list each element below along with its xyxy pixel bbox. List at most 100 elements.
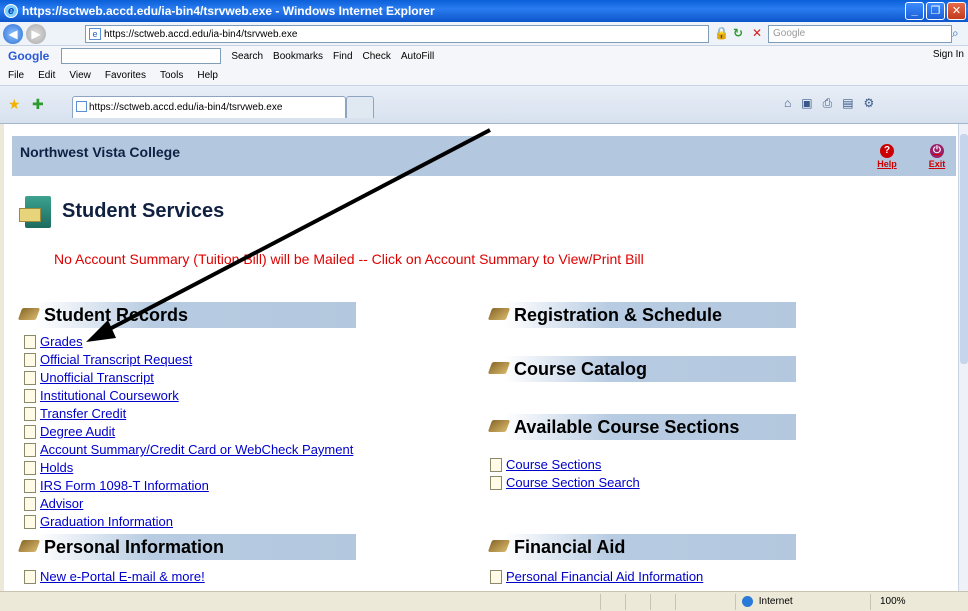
zoom-level[interactable]: 100% (880, 596, 906, 607)
page-menu-icon[interactable]: ▤ (842, 96, 853, 111)
menu-file[interactable]: File (8, 70, 24, 81)
exit-icon: ⏻ (930, 144, 944, 158)
command-bar: ⌂ ▣ ⎙ ▤ ⚙ (784, 96, 874, 111)
close-button[interactable]: ✕ (947, 2, 966, 20)
services-title: Student Services (62, 200, 225, 222)
address-row: ◀ ▶ e https://sctweb.accd.edu/ia-bin4/ts… (0, 22, 968, 46)
search-icon[interactable]: ⌕ (952, 26, 959, 41)
menu-favorites[interactable]: Favorites (105, 70, 146, 81)
security-zone: Internet (742, 596, 793, 607)
billing-notice: No Account Summary (Tuition Bill) will b… (54, 251, 644, 267)
section-title: Personal Information (44, 536, 225, 557)
add-favorites-icon[interactable]: ✚ (32, 96, 44, 113)
link-personal-financial-aid[interactable]: Personal Financial Aid Information (488, 569, 703, 584)
link-holds[interactable]: Holds (22, 460, 73, 475)
document-icon (24, 479, 36, 493)
section-financial-aid: Financial Aid (486, 534, 796, 560)
document-icon (24, 461, 36, 475)
google-toolbar: Google Search Bookmarks Find Check AutoF… (0, 46, 968, 66)
refresh-icon[interactable]: ↻ (733, 26, 749, 42)
link-official-transcript[interactable]: Official Transcript Request (22, 352, 192, 367)
pen-icon (487, 362, 511, 374)
help-link[interactable]: ? Help (874, 144, 900, 169)
stop-icon[interactable]: ✕ (752, 26, 768, 42)
menu-bar: File Edit View Favorites Tools Help (0, 66, 968, 86)
exit-label: Exit (928, 159, 946, 169)
pen-icon (17, 308, 41, 320)
section-registration-schedule: Registration & Schedule (486, 302, 796, 328)
maximize-button[interactable]: ❐ (926, 2, 945, 20)
window-title: https://sctweb.accd.edu/ia-bin4/tsrvweb.… (22, 4, 435, 18)
favorites-star-icon[interactable]: ★ (8, 96, 21, 113)
section-title: Student Records (44, 304, 189, 325)
link-grades[interactable]: Grades (22, 334, 83, 349)
section-course-catalog: Course Catalog (486, 356, 796, 382)
section-personal-information: Personal Information (16, 534, 356, 560)
vertical-scrollbar[interactable] (958, 124, 968, 591)
page-content: Northwest Vista College ? Help ⏻ Exit St… (4, 124, 958, 591)
new-tab-button[interactable] (346, 96, 374, 118)
find-button[interactable]: Find (333, 51, 352, 62)
tab-current[interactable]: https://sctweb.accd.edu/ia-bin4/tsrvweb.… (72, 96, 346, 118)
home-icon[interactable]: ⌂ (784, 96, 791, 111)
scrollbar-thumb[interactable] (960, 134, 968, 364)
menu-help[interactable]: Help (197, 70, 218, 81)
document-icon (24, 570, 36, 584)
menu-edit[interactable]: Edit (38, 70, 55, 81)
document-icon (490, 458, 502, 472)
forward-button[interactable]: ▶ (26, 23, 46, 44)
check-button[interactable]: Check (363, 51, 391, 62)
feeds-icon[interactable]: ▣ (801, 96, 812, 111)
status-bar: Internet 100% (0, 591, 968, 611)
link-advisor[interactable]: Advisor (22, 496, 83, 511)
menu-tools[interactable]: Tools (160, 70, 183, 81)
search-input[interactable]: Google (768, 25, 952, 43)
document-icon (24, 515, 36, 529)
ie-logo-icon: e (4, 4, 18, 18)
google-search-input[interactable] (61, 48, 222, 64)
pen-icon (487, 308, 511, 320)
link-course-section-search[interactable]: Course Section Search (488, 475, 640, 490)
page-icon: e (89, 28, 101, 40)
link-transfer-credit[interactable]: Transfer Credit (22, 406, 126, 421)
menu-view[interactable]: View (69, 70, 91, 81)
section-student-records: Student Records (16, 302, 356, 328)
sign-in-button[interactable]: Sign In (933, 49, 964, 60)
bookmarks-button[interactable]: Bookmarks (273, 51, 323, 62)
file-cabinet-icon (19, 194, 53, 230)
globe-icon (742, 596, 753, 607)
help-icon: ? (880, 144, 894, 158)
link-eportal-email[interactable]: New e-Portal E-mail & more! (22, 569, 205, 584)
section-title: Available Course Sections (514, 416, 740, 437)
minimize-button[interactable]: _ (905, 2, 924, 20)
document-icon (24, 335, 36, 349)
link-degree-audit[interactable]: Degree Audit (22, 424, 115, 439)
back-button[interactable]: ◀ (3, 23, 23, 44)
exit-link[interactable]: ⏻ Exit (924, 144, 950, 169)
document-icon (24, 443, 36, 457)
print-icon[interactable]: ⎙ (823, 96, 833, 111)
section-title: Registration & Schedule (514, 304, 723, 325)
tab-label: https://sctweb.accd.edu/ia-bin4/tsrvweb.… (89, 102, 283, 113)
window-title-bar[interactable]: e https://sctweb.accd.edu/ia-bin4/tsrvwe… (0, 0, 968, 22)
tools-gear-icon[interactable]: ⚙ (864, 96, 875, 111)
tab-page-icon (76, 101, 87, 112)
section-title: Financial Aid (514, 536, 626, 557)
address-bar[interactable]: e https://sctweb.accd.edu/ia-bin4/tsrvwe… (85, 25, 709, 43)
link-unofficial-transcript[interactable]: Unofficial Transcript (22, 370, 154, 385)
document-icon (24, 371, 36, 385)
link-course-sections[interactable]: Course Sections (488, 457, 601, 472)
link-institutional-coursework[interactable]: Institutional Coursework (22, 388, 179, 403)
link-irs-1098t[interactable]: IRS Form 1098-T Information (22, 478, 209, 493)
tab-row: ★ ✚ https://sctweb.accd.edu/ia-bin4/tsrv… (0, 86, 968, 124)
document-icon (24, 407, 36, 421)
lock-icon[interactable]: 🔒 (714, 26, 730, 42)
link-graduation-info[interactable]: Graduation Information (22, 514, 173, 529)
link-account-summary[interactable]: Account Summary/Credit Card or WebCheck … (22, 442, 353, 457)
address-url: https://sctweb.accd.edu/ia-bin4/tsrvweb.… (104, 28, 298, 40)
document-icon (24, 353, 36, 367)
document-icon (24, 497, 36, 511)
autofill-button[interactable]: AutoFill (401, 51, 434, 62)
window-controls: _ ❐ ✕ (905, 2, 966, 20)
google-search-button[interactable]: Search (231, 51, 263, 62)
